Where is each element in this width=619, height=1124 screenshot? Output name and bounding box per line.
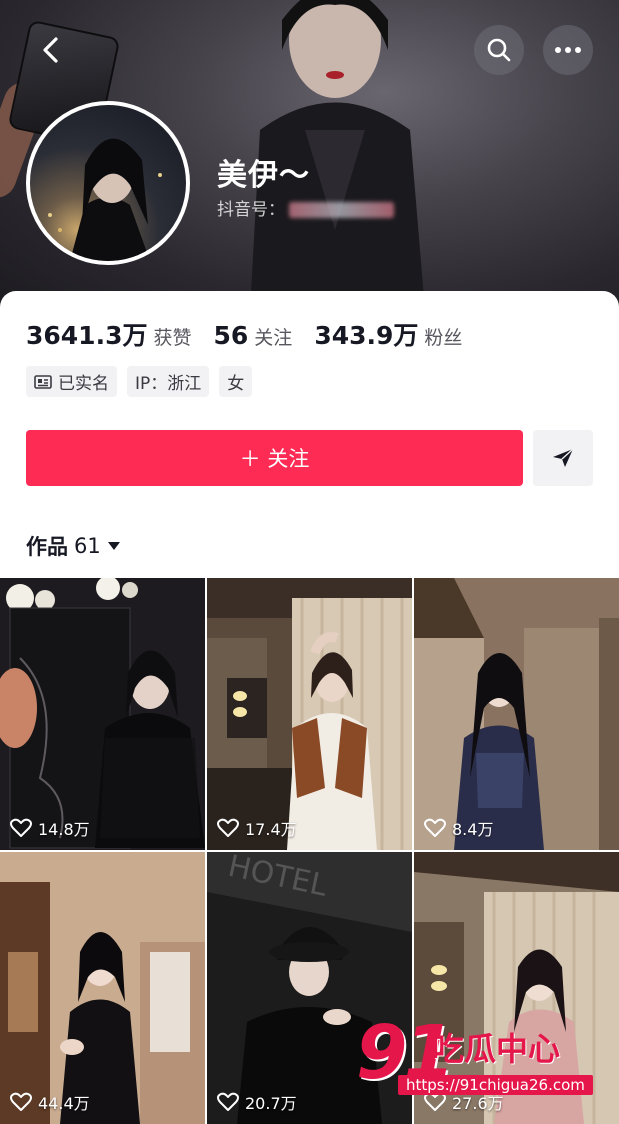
video-likes: 8.4万 [424, 816, 493, 840]
gender-tag: 女 [219, 366, 253, 397]
avatar[interactable] [26, 101, 190, 265]
video-likes-count: 20.7万 [245, 1094, 297, 1113]
video-likes-count: 14.8万 [38, 820, 90, 839]
tab-works[interactable]: 作品 61 [26, 531, 121, 561]
video-thumbnail[interactable]: 8.4万 [414, 578, 619, 850]
caret-down-icon [107, 542, 120, 550]
follow-button[interactable]: ＋ 关注 [26, 430, 523, 486]
heart-icon [217, 1092, 239, 1111]
send-icon [553, 448, 574, 467]
video-image [207, 578, 412, 850]
gender-tag-label: 女 [227, 374, 245, 394]
works-count: 61 [74, 534, 101, 558]
more-button[interactable] [543, 25, 593, 75]
video-thumbnail[interactable]: 44.4万 [0, 852, 205, 1124]
profile-stats: 3641.3万 获赞 56 关注 343.9万 粉丝 [26, 316, 484, 352]
likes-count: 3641.3万 [26, 321, 148, 350]
back-button[interactable] [30, 30, 70, 70]
douyin-id-label: 抖音号： [217, 200, 285, 220]
back-arrow-icon [43, 37, 58, 63]
video-likes: 44.4万 [10, 1090, 90, 1114]
douyin-id: 抖音号： [217, 195, 394, 220]
video-image [0, 852, 205, 1124]
video-thumbnail[interactable]: 14.8万 [0, 578, 205, 850]
followers-count[interactable]: 343.9万 [314, 316, 418, 352]
verified-tag: 已实名 [26, 366, 117, 397]
send-message-button[interactable] [533, 430, 593, 486]
video-likes-count: 44.4万 [38, 1094, 90, 1113]
more-dots-icon [555, 47, 581, 53]
heart-icon [424, 818, 446, 837]
ip-tag-label: IP：浙江 [135, 374, 202, 394]
profile-name: 美伊～ [217, 158, 310, 193]
ip-tag: IP：浙江 [127, 366, 210, 397]
video-likes-count: 8.4万 [452, 820, 494, 839]
follow-button-label: ＋ 关注 [239, 447, 310, 471]
douyin-id-redacted [289, 202, 394, 218]
profile-card: 3641.3万 获赞 56 关注 343.9万 粉丝 已实名 IP：浙江 女 ＋… [0, 291, 619, 581]
followers-label[interactable]: 粉丝 [424, 323, 462, 350]
heart-icon [217, 818, 239, 837]
heart-icon [10, 818, 32, 837]
video-likes: 14.8万 [10, 816, 90, 840]
likes-label: 获赞 [153, 327, 192, 349]
video-image [414, 578, 619, 850]
profile-tags: 已实名 IP：浙江 女 [26, 366, 253, 397]
video-image [0, 578, 205, 850]
watermark-text: 吃瓜中心 [432, 1030, 561, 1068]
video-likes: 20.7万 [217, 1090, 297, 1114]
search-button[interactable] [474, 25, 524, 75]
following-count[interactable]: 56 [214, 321, 249, 350]
following-label[interactable]: 关注 [254, 323, 292, 350]
avatar-image [48, 138, 162, 261]
verified-tag-label: 已实名 [58, 374, 109, 394]
works-tab-label: 作品 [26, 535, 68, 559]
watermark-url: https://91chigua26.com [398, 1075, 593, 1095]
video-likes: 17.4万 [217, 816, 297, 840]
search-icon [487, 38, 511, 62]
video-likes-count: 17.4万 [245, 820, 297, 839]
id-card-icon [34, 374, 52, 389]
heart-icon [10, 1092, 32, 1111]
video-thumbnail[interactable]: 17.4万 [207, 578, 412, 850]
